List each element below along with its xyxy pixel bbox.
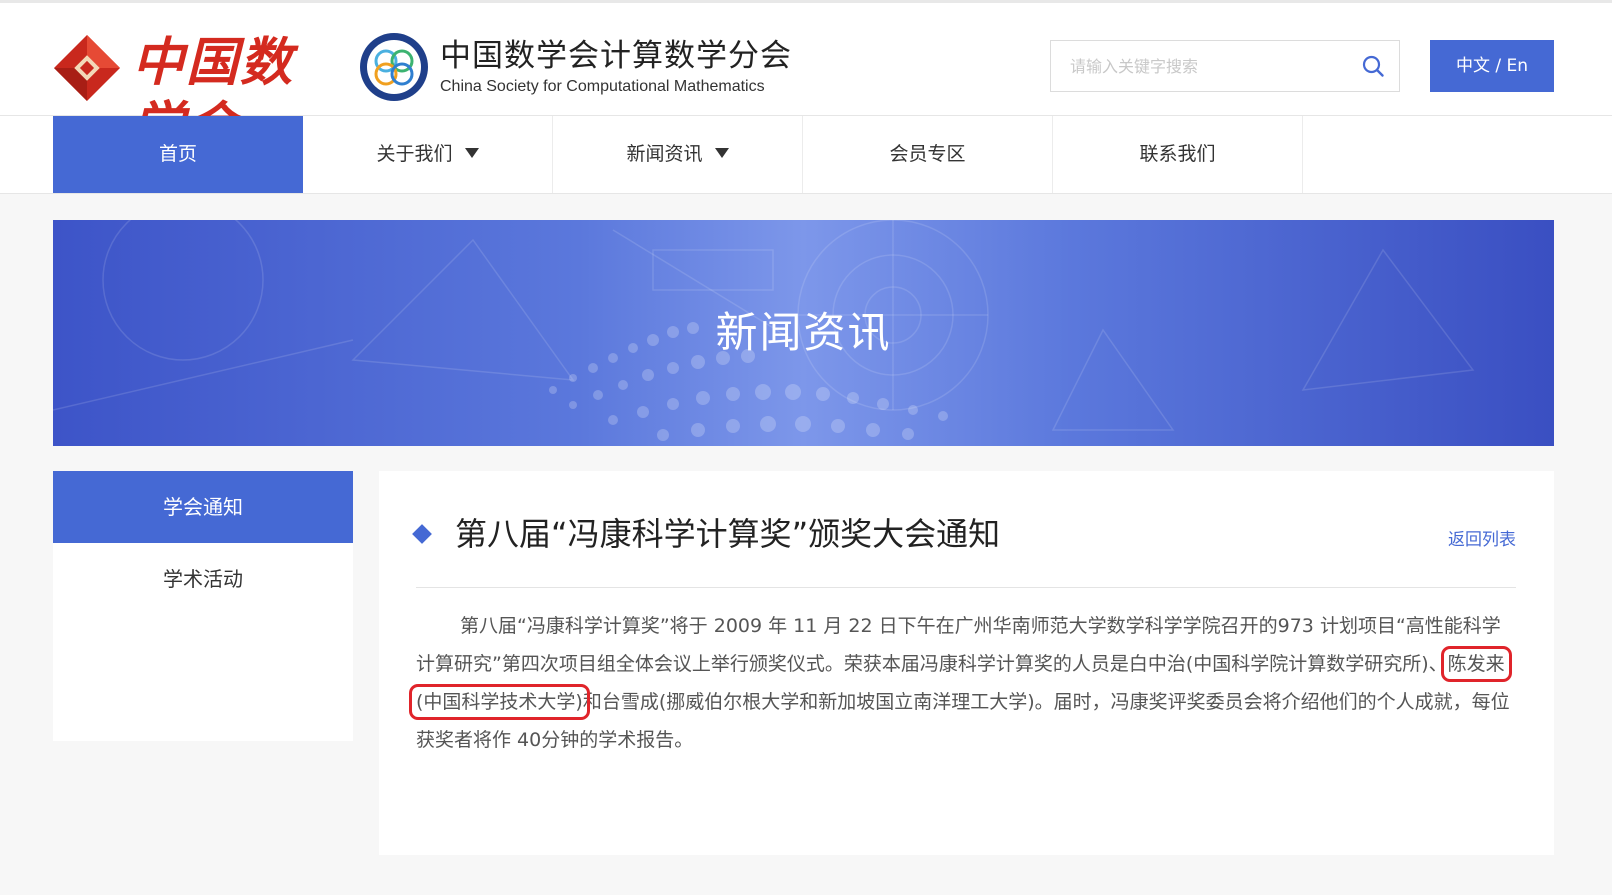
search-box [1050,40,1400,92]
nav-item-label: 关于我们 [376,143,453,165]
divider [416,587,1516,588]
article-body: 第八届“冯康科学计算奖”将于 2009 年 11 月 22 日下午在广州华南师范… [409,607,1516,759]
article-panel: 第八届“冯康科学计算奖”颁奖大会通知 返回列表 第八届“冯康科学计算奖”将于 2… [379,471,1554,855]
sidebar: 学会通知 学术活动 [53,471,353,741]
org-name: 中国数学会计算数学分会 [440,38,792,74]
article-body-text: 第八届“冯康科学计算奖”将于 2009 年 11 月 22 日下午在广州华南师范… [416,615,1501,675]
nav-item-label: 首页 [158,143,197,165]
search-icon[interactable] [1361,54,1385,78]
nav-item-home[interactable]: 首页 [53,116,303,193]
nav-item-news[interactable]: 新闻资讯 [553,116,803,193]
search-input[interactable] [1051,41,1341,91]
cms-diamond-logo-icon [54,35,120,101]
nav-item-label: 新闻资讯 [626,143,703,165]
nav-item-about[interactable]: 关于我们 [303,116,553,193]
article-title: 第八届“冯康科学计算奖”颁奖大会通知 [455,515,1001,553]
org-name-en: China Society for Computational Mathemat… [440,78,765,95]
cscm-emblem-icon[interactable] [358,31,430,103]
sidebar-item-notices[interactable]: 学会通知 [53,471,353,543]
main-nav: 首页 关于我们 新闻资讯 会员专区 联系我们 [0,116,1612,194]
nav-item-members[interactable]: 会员专区 [803,116,1053,193]
language-toggle-button[interactable]: 中文 / En [1430,40,1554,92]
banner-title: 新闻资讯 [715,308,892,357]
back-to-list-link[interactable]: 返回列表 [1448,525,1516,550]
nav-item-label: 会员专区 [889,143,966,165]
diamond-bullet-icon [412,524,432,544]
site-header: 中国数学会 中国数学会计算数学分会 China Society for Comp… [0,0,1612,157]
nav-item-contact[interactable]: 联系我们 [1053,116,1303,193]
page-banner: 新闻资讯 [53,220,1554,446]
sidebar-item-activities[interactable]: 学术活动 [53,543,353,615]
caret-down-icon [714,147,729,158]
caret-down-icon [464,147,479,158]
cms-logo[interactable]: 中国数学会 [52,29,342,157]
nav-item-label: 联系我们 [1139,143,1216,165]
